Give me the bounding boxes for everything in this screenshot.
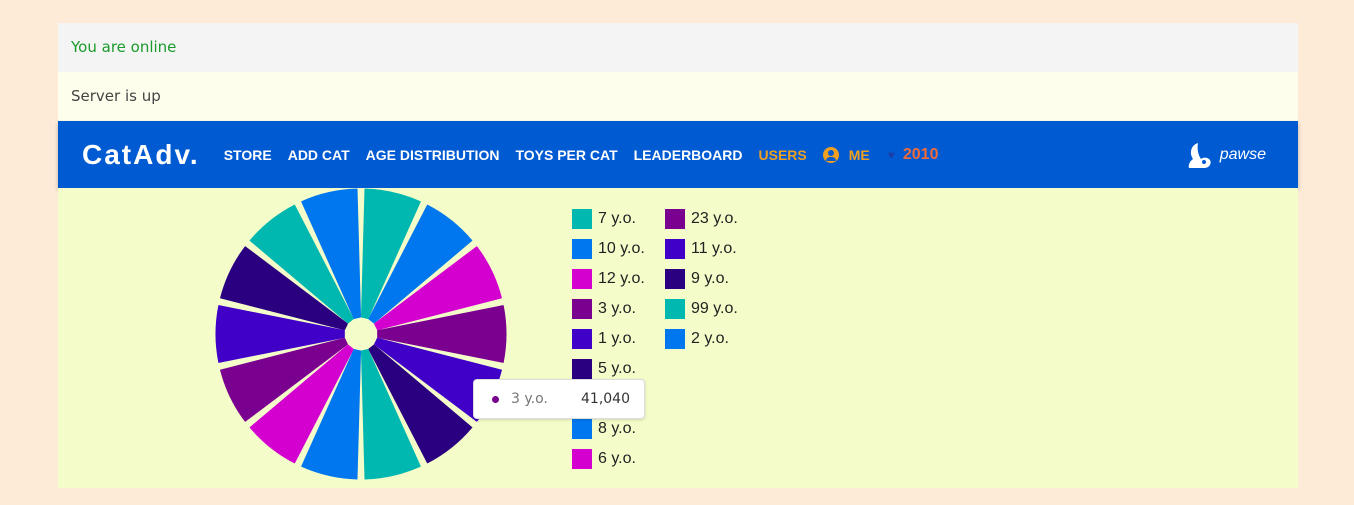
legend-swatch (665, 269, 685, 289)
nav-me[interactable]: ME (822, 146, 870, 163)
legend-label: 12 y.o. (598, 270, 645, 287)
legend-item[interactable]: 9 y.o. (665, 269, 729, 289)
tooltip-dot (492, 395, 499, 403)
nav-leaderboard[interactable]: LEADERBOARD (634, 147, 743, 163)
score-display: ♥ 2010 (888, 146, 939, 164)
legend-swatch (572, 299, 592, 319)
legend-label: 11 y.o. (691, 240, 737, 257)
legend-swatch (572, 359, 592, 379)
heart-icon: ♥ (887, 147, 895, 162)
legend-item[interactable]: 3 y.o. (572, 299, 636, 319)
legend-swatch (572, 269, 592, 289)
legend-label: 1 y.o. (598, 330, 636, 347)
legend-item[interactable]: 99 y.o. (665, 299, 738, 319)
legend-swatch (572, 239, 592, 259)
nav-toys-per-cat[interactable]: TOYS PER CAT (515, 147, 617, 163)
legend-swatch (665, 209, 685, 229)
me-label: ME (848, 146, 870, 163)
legend-label: 23 y.o. (691, 210, 738, 227)
legend-swatch (572, 209, 592, 229)
chart-area: 7 y.o.10 y.o.12 y.o.3 y.o.1 y.o.5 y.o.4 … (58, 188, 1298, 488)
legend-swatch (665, 299, 685, 319)
legend-item[interactable]: 7 y.o. (572, 209, 636, 229)
legend-label: 10 y.o. (598, 240, 645, 257)
nav-store[interactable]: STORE (224, 147, 272, 163)
navbar: CatAdv. STORE ADD CAT AGE DISTRIBUTION T… (58, 121, 1298, 188)
legend-swatch (572, 329, 592, 349)
chart-tooltip: 3 y.o. 41,040 (473, 379, 645, 419)
legend-label: 5 y.o. (598, 360, 636, 377)
legend-label: 2 y.o. (691, 330, 729, 347)
legend-item[interactable]: 5 y.o. (572, 359, 636, 379)
legend-label: 3 y.o. (598, 300, 636, 317)
tooltip-label: 3 y.o. (511, 391, 548, 407)
age-pie-chart (215, 188, 507, 480)
pawse-label: pawse (1219, 145, 1266, 163)
legend-item[interactable]: 2 y.o. (665, 329, 729, 349)
legend-swatch (572, 449, 592, 469)
legend-label: 6 y.o. (598, 450, 636, 467)
legend-swatch (665, 329, 685, 349)
nav-age-distribution[interactable]: AGE DISTRIBUTION (366, 147, 500, 163)
user-circle-icon (822, 146, 839, 163)
legend-item[interactable]: 8 y.o. (572, 419, 636, 439)
nav-add-cat[interactable]: ADD CAT (288, 147, 350, 163)
legend-item[interactable]: 11 y.o. (665, 239, 737, 259)
score-value: 2010 (902, 145, 939, 163)
online-status: You are online (58, 23, 1298, 72)
pawse-link[interactable]: pawse (1184, 121, 1266, 188)
tooltip-value: 41,040 (581, 391, 630, 407)
legend-label: 99 y.o. (691, 300, 738, 317)
legend-label: 8 y.o. (598, 420, 636, 437)
brand-logo[interactable]: CatAdv. (82, 139, 200, 171)
legend-swatch (572, 419, 592, 439)
legend-item[interactable]: 6 y.o. (572, 449, 636, 469)
server-status: Server is up (58, 72, 1298, 121)
legend-swatch (665, 239, 685, 259)
legend-item[interactable]: 1 y.o. (572, 329, 636, 349)
legend-item[interactable]: 10 y.o. (572, 239, 645, 259)
legend-label: 9 y.o. (691, 270, 729, 287)
legend-item[interactable]: 23 y.o. (665, 209, 738, 229)
legend-label: 7 y.o. (598, 210, 636, 227)
app-container: You are online Server is up CatAdv. STOR… (58, 23, 1298, 488)
cat-logo-icon (1188, 142, 1211, 168)
legend-item[interactable]: 12 y.o. (572, 269, 645, 289)
nav-users[interactable]: USERS (759, 147, 807, 163)
